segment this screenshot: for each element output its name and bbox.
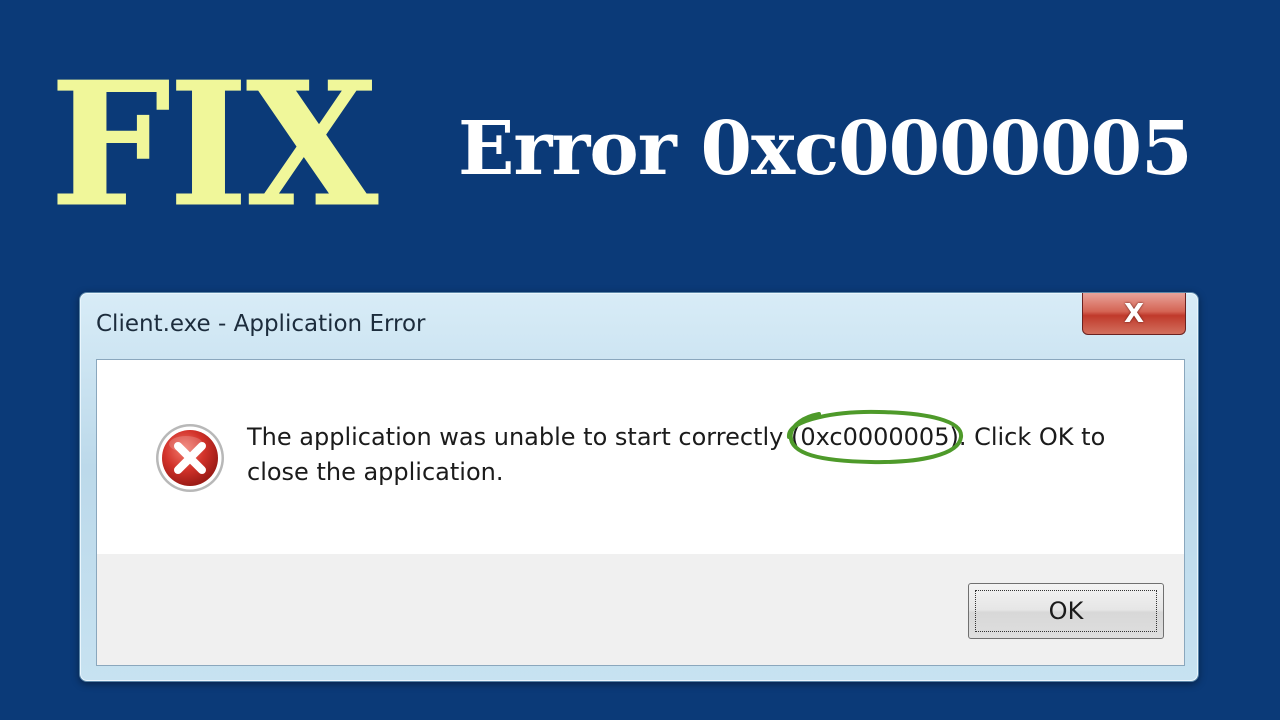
error-code-text: (0xc0000005) [790, 423, 959, 451]
error-code-heading: Error 0xc0000005 [458, 106, 1193, 192]
application-error-dialog: Client.exe - Application Error X The app… [79, 292, 1199, 682]
fix-heading: FIX [49, 45, 378, 245]
error-icon [156, 424, 224, 492]
thumbnail-canvas: FIX Error 0xc0000005 Client.exe - Applic… [0, 0, 1280, 720]
dialog-title: Client.exe - Application Error [96, 311, 426, 337]
message-text-before-code: The application was unable to start corr… [247, 423, 791, 451]
error-message: The application was unable to start corr… [247, 409, 1127, 490]
ok-button-label: OK [1048, 597, 1084, 625]
close-button[interactable]: X [1082, 293, 1186, 335]
message-line-1: The application was unable to start corr… [247, 409, 1127, 465]
dialog-titlebar[interactable]: Client.exe - Application Error X [80, 293, 1198, 359]
highlighted-error-code: (0xc0000005) [786, 409, 963, 465]
dialog-client-area: The application was unable to start corr… [96, 359, 1185, 666]
close-icon: X [1123, 298, 1145, 329]
message-line-2: close the application. [247, 458, 504, 486]
message-area: The application was unable to start corr… [97, 360, 1184, 554]
message-text-after-code: . Click OK to [958, 423, 1106, 451]
ok-button[interactable]: OK [968, 583, 1164, 639]
